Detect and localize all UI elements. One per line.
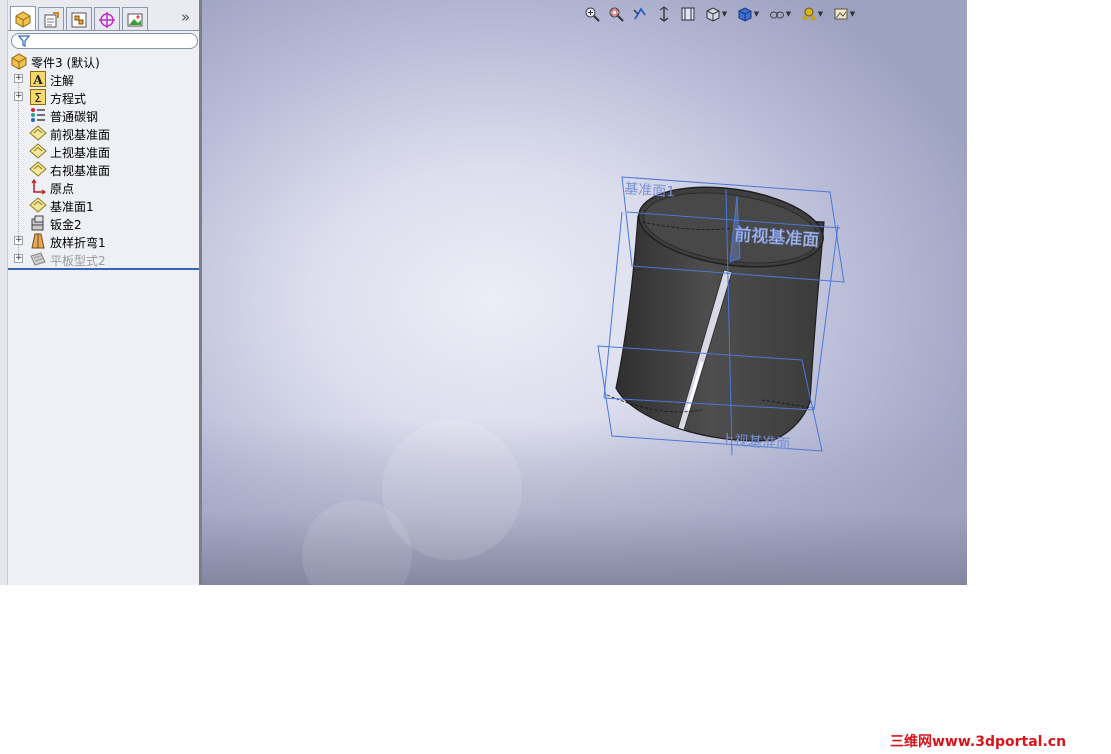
configuration-manager-tab[interactable] xyxy=(66,7,92,31)
tree-item-label: 上视基准面 xyxy=(50,146,111,160)
tree-item-datum-plane1[interactable]: 基准面1 xyxy=(0,196,199,214)
lofted-bend-icon xyxy=(29,232,47,250)
tree-item-label: 前视基准面 xyxy=(50,128,111,142)
feature-manager-tab[interactable] xyxy=(10,6,36,31)
tree-item-label: 注解 xyxy=(50,74,75,88)
tree-item-label: 原点 xyxy=(50,182,75,196)
tree-item-material[interactable]: 普通碳钢 xyxy=(0,106,199,124)
tree-item-flat-pattern[interactable]: + 平板型式2 xyxy=(0,250,199,268)
tree-item-sheet-metal[interactable]: 钣金2 xyxy=(0,214,199,232)
expand-toggle[interactable]: + xyxy=(14,236,23,245)
tree-item-lofted-bend[interactable]: + 放样折弯1 xyxy=(0,232,199,250)
tree-item-front-plane[interactable]: 前视基准面 xyxy=(0,124,199,142)
material-icon xyxy=(29,106,47,124)
tree-item-label: 基准面1 xyxy=(50,200,94,214)
feature-filter-input[interactable] xyxy=(11,33,198,49)
graphics-viewport[interactable]: ▼ ▼ ▼ ▼ ▼ 基准面1 前视基准面 上视基准面 xyxy=(202,0,967,585)
expand-toggle[interactable]: + xyxy=(14,254,23,263)
tree-item-label: 普通碳钢 xyxy=(50,110,99,124)
flat-pattern-icon xyxy=(29,250,47,268)
dimxpert-icon xyxy=(99,11,115,28)
tree-root-part[interactable]: 零件3 (默认) xyxy=(0,52,199,70)
display-manager-tab[interactable] xyxy=(122,7,148,31)
expand-panel-button[interactable]: » xyxy=(181,8,190,26)
tree-item-equations[interactable]: + Σ 方程式 xyxy=(0,88,199,106)
site-watermark: 三维网www.3dportal.cn xyxy=(890,734,1067,750)
part-icon xyxy=(10,52,28,70)
dimxpert-manager-tab[interactable] xyxy=(94,7,120,31)
tree-item-right-plane[interactable]: 右视基准面 xyxy=(0,160,199,178)
filter-icon xyxy=(17,35,31,50)
tree-item-annotations[interactable]: + A 注解 xyxy=(0,70,199,88)
origin-icon xyxy=(29,178,47,196)
equations-icon: Σ xyxy=(29,88,47,106)
plane-icon xyxy=(29,160,47,178)
feature-tree-icon xyxy=(15,11,31,28)
rollback-bar[interactable] xyxy=(8,268,199,270)
tree-item-origin[interactable]: 原点 xyxy=(0,178,199,196)
tree-item-top-plane[interactable]: 上视基准面 xyxy=(0,142,199,160)
datum-plane1-label[interactable]: 基准面1 xyxy=(624,180,676,201)
plane-icon xyxy=(29,196,47,214)
annotations-icon: A xyxy=(29,70,47,88)
tree-item-label: 钣金2 xyxy=(50,218,82,232)
expand-toggle[interactable]: + xyxy=(14,92,23,101)
tree-item-label: 放样折弯1 xyxy=(50,236,106,250)
plane-icon xyxy=(29,124,47,142)
svg-text:Σ: Σ xyxy=(34,91,42,105)
expand-toggle[interactable]: + xyxy=(14,74,23,83)
display-manager-icon xyxy=(127,13,143,26)
svg-text:A: A xyxy=(32,73,43,87)
configuration-manager-icon xyxy=(71,12,87,27)
cylinder-body[interactable] xyxy=(615,176,828,442)
sheet-metal-icon xyxy=(29,214,47,232)
property-manager-icon xyxy=(44,11,59,27)
plane-icon xyxy=(29,142,47,160)
tab-bar-divider xyxy=(8,30,199,31)
tree-item-label: 右视基准面 xyxy=(50,164,111,178)
tree-item-label: 方程式 xyxy=(50,92,87,106)
property-manager-tab[interactable] xyxy=(38,7,64,31)
feature-manager-panel: » 零件3 (默认) + A 注解 + Σ 方程式 普通碳钢 前视基准面 上视基… xyxy=(0,0,202,585)
tree-item-label: 平板型式2 xyxy=(50,254,106,268)
model-graphics: 基准面1 前视基准面 上视基准面 xyxy=(597,176,845,456)
tree-root-label: 零件3 (默认) xyxy=(31,56,100,70)
